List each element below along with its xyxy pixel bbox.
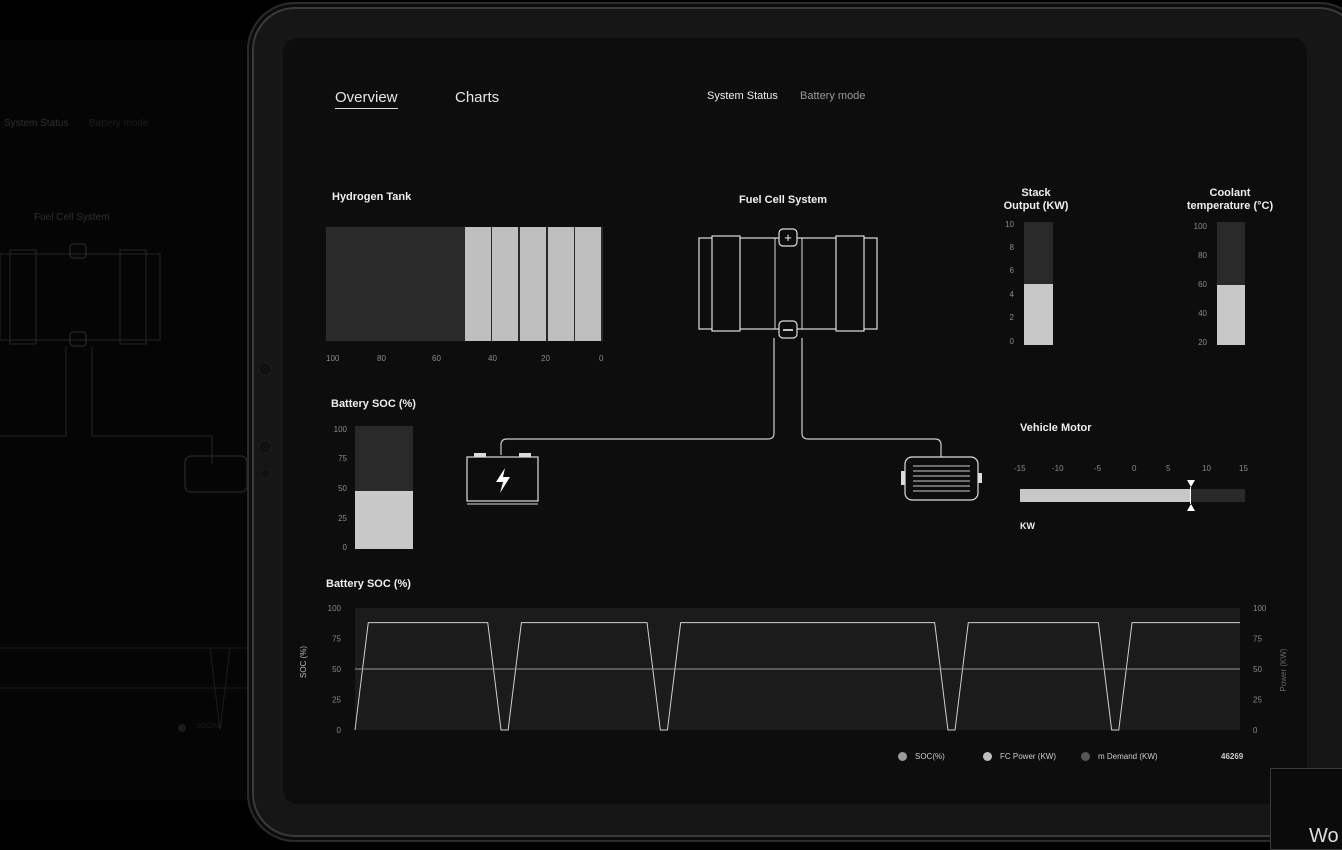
y2-tick-label: 75 [1253, 635, 1262, 644]
tank-segment [409, 227, 436, 341]
tick-label: -10 [1052, 464, 1064, 473]
vehicle-motor-slider[interactable] [1020, 480, 1245, 511]
corner-card: Wo [1270, 768, 1342, 850]
battery-soc-axis: 100 75 50 25 0 [327, 425, 347, 552]
coolant-gauge [1217, 222, 1245, 345]
soc-line-chart: SOC (%) Power (KW) 100 75 50 25 0 100 75 50 25 0 [299, 604, 1288, 735]
y-tick-label: 100 [328, 604, 342, 613]
tick-label: 2 [1009, 313, 1014, 322]
tick-label: 50 [338, 484, 347, 493]
background-tablet: System Status Battery mode Fuel Cell Sys… [0, 40, 250, 800]
ghost-fuel-cell-label: Fuel Cell System [34, 212, 110, 223]
y2-axis-label: Power (KW) [1279, 648, 1288, 691]
y2-tick-label: 0 [1253, 726, 1258, 735]
tick-label: -5 [1094, 464, 1102, 473]
battery-soc-gauge [355, 426, 413, 549]
tick-label: 25 [338, 514, 347, 523]
fuel-cell-title: Fuel Cell System [739, 194, 828, 206]
y2-tick-label: 50 [1253, 665, 1262, 674]
sensor-icon [258, 440, 272, 454]
tick-label: 0 [1009, 337, 1014, 346]
y-tick-label: 0 [337, 726, 342, 735]
coolant-axis: 100 80 60 40 20 [1187, 222, 1207, 347]
tank-segment [353, 227, 380, 341]
tick-label: 100 [326, 354, 340, 363]
tick-label: 10 [1005, 220, 1014, 229]
battery-soc-title: Battery SOC (%) [331, 398, 416, 410]
tick-label: 0 [342, 543, 347, 552]
tick-label: 8 [1009, 243, 1014, 252]
battery-mode-link[interactable]: Battery mode [800, 90, 865, 102]
tab-charts[interactable]: Charts [455, 89, 499, 106]
hydrogen-tank-title: Hydrogen Tank [332, 191, 412, 203]
legend-fc-power-dot [983, 752, 992, 761]
tank-segment [326, 227, 353, 341]
stack-output-axis: 10 8 6 4 2 0 [994, 220, 1014, 346]
ghost-system-status: System Status [4, 118, 69, 129]
stack-output-title-line1: Stack [1021, 187, 1051, 199]
tick-label: 4 [1009, 290, 1014, 299]
tick-label: 20 [1198, 338, 1207, 347]
ghost-legend: SOC(%) [196, 723, 223, 730]
tick-label: 100 [1193, 222, 1207, 231]
legend-fc-power-label: FC Power (KW) [1000, 752, 1056, 761]
coolant-title-line2: temperature (°C) [1186, 200, 1274, 212]
corner-card-text: Wo [1309, 825, 1339, 847]
soc-chart-title: Battery SOC (%) [326, 578, 411, 590]
tick-label: 100 [333, 425, 347, 434]
battery-icon [466, 453, 539, 505]
vehicle-motor-title: Vehicle Motor [1020, 422, 1092, 434]
tab-overview[interactable]: Overview [335, 89, 398, 109]
tick-label: -15 [1014, 464, 1026, 473]
camera-icon [258, 362, 272, 376]
counter-value: 46269 [1221, 752, 1244, 761]
stack-output-title-line2: Output (KW) [1003, 200, 1069, 212]
y-tick-label: 75 [332, 635, 341, 644]
motor-icon [901, 456, 982, 501]
tick-label: 15 [1239, 464, 1248, 473]
ghost-battery-mode: Battery mode [89, 118, 149, 129]
tick-label: 0 [1132, 464, 1137, 473]
y-axis-label: SOC (%) [299, 646, 308, 678]
legend-soc-label: SOC(%) [915, 752, 945, 761]
coolant-title: Coolant temperature (°C) [1180, 187, 1280, 213]
stack-output-gauge [1024, 222, 1053, 345]
tick-label: 6 [1009, 266, 1014, 275]
tick-label: 75 [338, 454, 347, 463]
stack-output-title: Stack Output (KW) [996, 187, 1076, 213]
tick-label: 5 [1166, 464, 1171, 473]
power-flow-diagram: + [466, 228, 982, 505]
tank-segment [381, 227, 408, 341]
legend-demand-dot [1081, 752, 1090, 761]
svg-text:+: + [784, 230, 792, 245]
system-status-link[interactable]: System Status [707, 90, 778, 102]
ghost-diagram [0, 243, 250, 732]
vehicle-motor-axis: -15 -10 -5 0 5 10 15 [1014, 464, 1254, 476]
legend-soc-dot [898, 752, 907, 761]
sensor-icon [260, 468, 271, 479]
vehicle-motor-unit: KW [1020, 521, 1035, 531]
y-tick-label: 25 [332, 696, 341, 705]
y2-tick-label: 100 [1253, 604, 1267, 613]
y2-tick-label: 25 [1253, 696, 1262, 705]
y-tick-label: 50 [332, 665, 341, 674]
tick-label: 60 [1198, 280, 1207, 289]
coolant-title-line1: Coolant [1209, 187, 1251, 199]
tick-label: 10 [1202, 464, 1211, 473]
tick-label: 40 [1198, 309, 1207, 318]
tick-label: 80 [377, 354, 386, 363]
tick-label: 80 [1198, 251, 1207, 260]
tick-label: 60 [432, 354, 441, 363]
legend-demand-label: m Demand (KW) [1098, 752, 1158, 761]
